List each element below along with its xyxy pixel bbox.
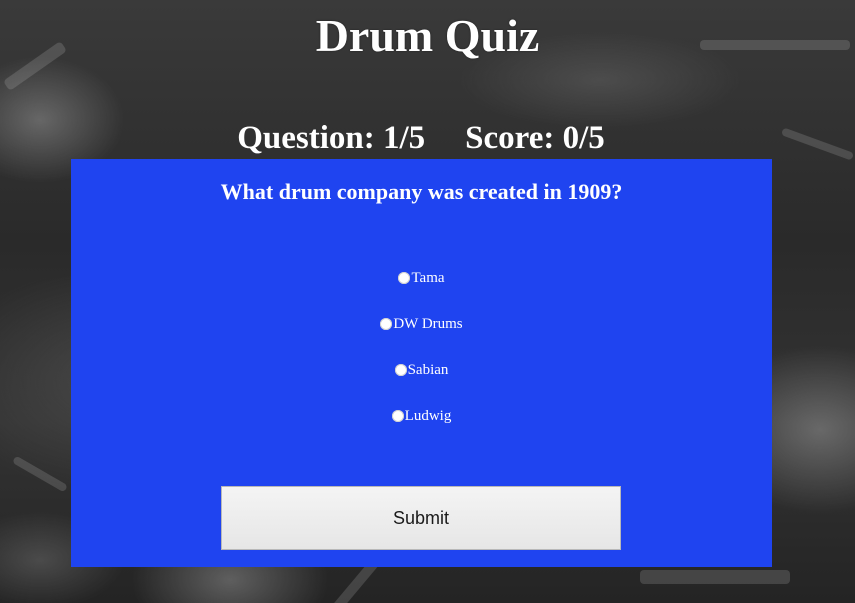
answer-option-sabian[interactable]: Sabian <box>71 359 772 405</box>
answer-option-tama[interactable]: Tama <box>71 267 772 313</box>
quiz-status: Question: 1/5 Score: 0/5 <box>0 116 842 160</box>
radio-button[interactable] <box>394 364 407 376</box>
answer-label: Tama <box>411 270 445 286</box>
answer-options: Tama DW Drums Sabian Ludwig <box>71 267 772 451</box>
radio-button[interactable] <box>380 318 393 330</box>
question-text: What drum company was created in 1909? <box>220 179 623 204</box>
answer-label: Sabian <box>407 362 449 378</box>
submit-button[interactable]: Submit <box>221 486 621 550</box>
question-counter: Question: 1/5 <box>237 120 426 156</box>
answer-label: DW Drums <box>393 316 463 332</box>
quiz-card: What drum company was created in 1909? T… <box>71 159 772 567</box>
radio-button[interactable] <box>398 272 411 284</box>
answer-label: Ludwig <box>404 408 452 424</box>
page-title: Drum Quiz <box>315 10 540 61</box>
background-streak <box>640 570 790 584</box>
answer-option-ludwig[interactable]: Ludwig <box>71 405 772 451</box>
score-counter: Score: 0/5 <box>465 120 605 156</box>
answer-option-dw-drums[interactable]: DW Drums <box>71 313 772 359</box>
background-streak <box>12 455 68 493</box>
radio-button[interactable] <box>391 410 404 422</box>
